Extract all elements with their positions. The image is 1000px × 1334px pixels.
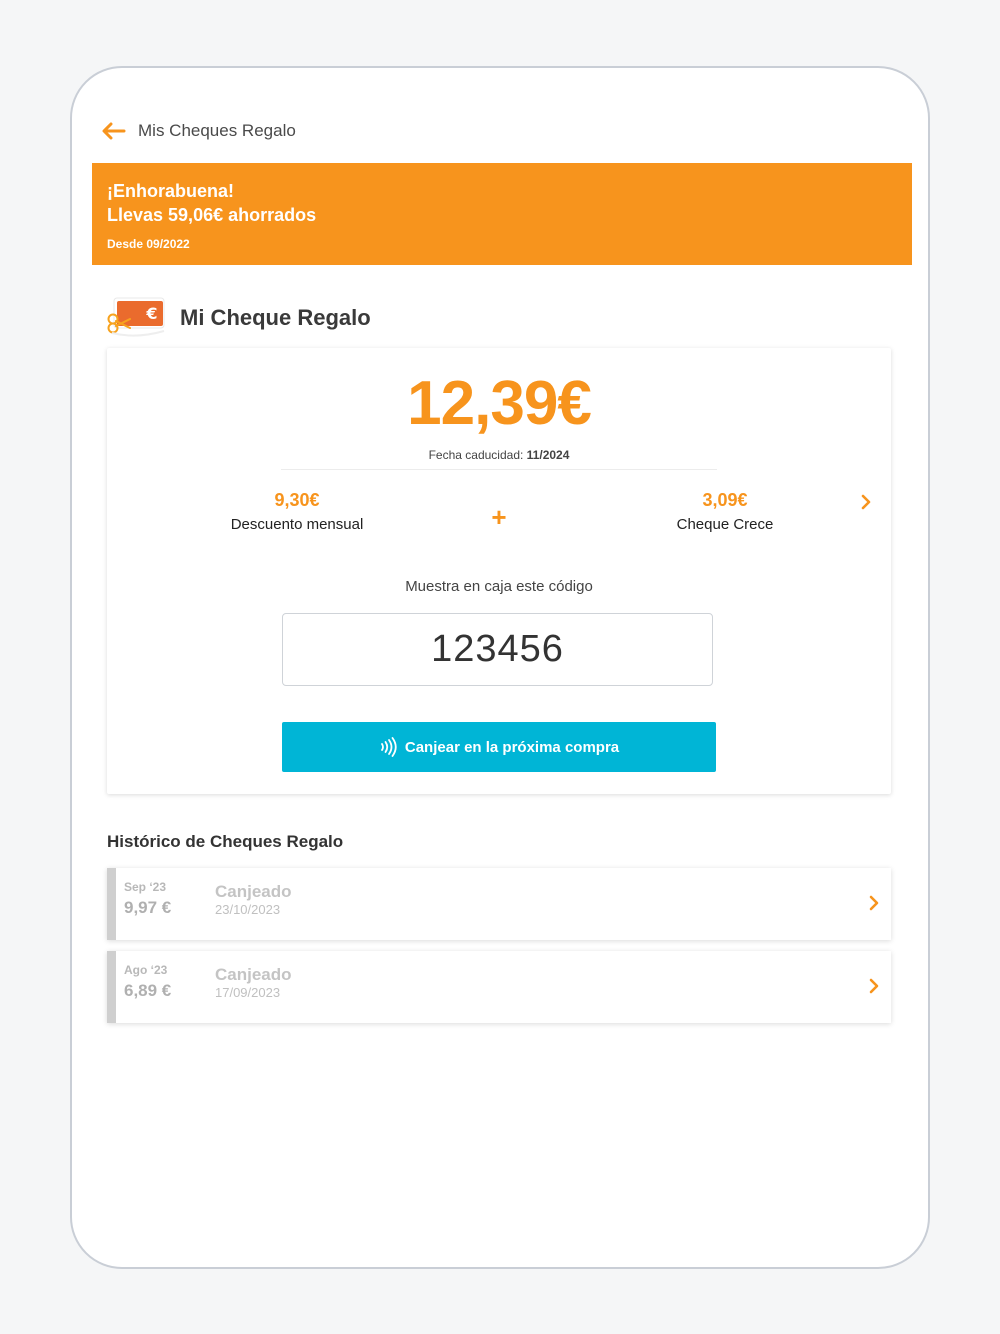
history-title: Histórico de Cheques Regalo: [107, 832, 344, 851]
history-month: Sep ‘23: [124, 880, 167, 894]
contactless-icon: [380, 737, 397, 757]
history-item[interactable]: Ago ‘23 6,89 € Canjeado 17/09/2023: [107, 951, 891, 1023]
history-month: Ago ‘23: [124, 963, 168, 977]
svg-text:€: €: [145, 304, 157, 323]
history-item[interactable]: Sep ‘23 9,97 € Canjeado 23/10/2023: [107, 868, 891, 940]
history-amount: 6,89 €: [124, 981, 172, 1000]
page-title: Mis Cheques Regalo: [138, 121, 296, 140]
code-caption: Muestra en caja este código: [405, 578, 593, 595]
cheque-section-header: € Mi Cheque Regalo: [106, 295, 371, 341]
cheque-crece-label: Cheque Crece: [676, 516, 774, 533]
history-status: Canjeado: [215, 882, 292, 901]
top-bar: Mis Cheques Regalo: [102, 118, 296, 144]
redeem-button[interactable]: Canjear en la próxima compra: [282, 722, 716, 772]
cheque-card: 12,39€ Fecha caducidad: 11/2024 9,30€ De…: [107, 348, 891, 794]
gift-cheque-icon: €: [107, 297, 165, 337]
cheque-code: 123456: [282, 613, 713, 686]
cheque-crece-value: 3,09€: [702, 490, 748, 510]
device-frame: Mis Cheques Regalo ¡Enhorabuena! Llevas …: [70, 66, 930, 1269]
history-amount: 9,97 €: [124, 898, 172, 917]
banner-savings: Llevas 59,06€ ahorrados: [107, 205, 317, 225]
monthly-discount-label: Descuento mensual: [230, 516, 364, 533]
arrow-left-icon[interactable]: [102, 122, 126, 140]
banner-congrats: ¡Enhorabuena!: [107, 181, 235, 201]
banner-since: Desde 09/2022: [107, 237, 190, 251]
cheque-amount: 12,39€: [407, 369, 592, 438]
history-status: Canjeado: [215, 965, 292, 984]
redeem-button-label: Canjear en la próxima compra: [404, 738, 620, 756]
history-list: Sep ‘23 9,97 € Canjeado 23/10/2023 Ago ‘…: [107, 868, 891, 1034]
section-title: Mi Cheque Regalo: [180, 305, 371, 330]
expiry-value: 11/2024: [526, 448, 570, 462]
divider: [281, 469, 717, 470]
chevron-right-icon[interactable]: [859, 493, 873, 511]
cheque-crece: 3,09€ Cheque Crece: [645, 490, 805, 533]
expiry-label: Fecha caducidad:: [428, 448, 524, 462]
history-date: 17/09/2023: [215, 985, 281, 1000]
chevron-right-icon[interactable]: [867, 977, 881, 995]
monthly-discount-value: 9,30€: [274, 490, 320, 510]
expiry-date: Fecha caducidad: 11/2024: [107, 448, 891, 462]
monthly-discount: 9,30€ Descuento mensual: [217, 490, 377, 533]
chevron-right-icon[interactable]: [867, 894, 881, 912]
history-date: 23/10/2023: [215, 902, 281, 917]
plus-sign: +: [491, 502, 507, 532]
screen: Mis Cheques Regalo ¡Enhorabuena! Llevas …: [72, 68, 928, 1267]
savings-banner: ¡Enhorabuena! Llevas 59,06€ ahorrados De…: [92, 163, 912, 265]
